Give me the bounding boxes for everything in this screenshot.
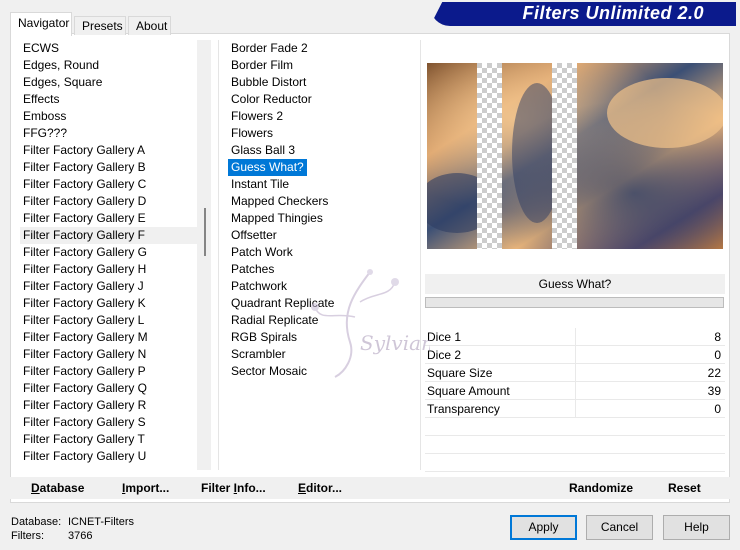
filter-info-button[interactable]: Filter Info... xyxy=(201,481,266,495)
filter-item[interactable]: Patch Work xyxy=(228,244,418,261)
slider-divider xyxy=(575,382,576,400)
category-item[interactable]: Filter Factory Gallery M xyxy=(20,329,200,346)
category-item[interactable]: Filter Factory Gallery N xyxy=(20,346,200,363)
param-name: Transparency xyxy=(427,402,500,416)
watermark: Sylviane xyxy=(300,262,446,382)
filter-item[interactable]: Offsetter xyxy=(228,227,418,244)
slider-divider xyxy=(575,364,576,382)
preview-image[interactable] xyxy=(427,63,723,249)
param-value: 0 xyxy=(714,348,721,362)
randomize-button[interactable]: Randomize xyxy=(569,481,633,495)
filters-status: Filters: 3766 xyxy=(11,530,92,542)
database-value: ICNET-Filters xyxy=(68,516,134,528)
category-item[interactable]: Filter Factory Gallery R xyxy=(20,397,200,414)
param-value: 22 xyxy=(707,366,721,380)
empty-param-row xyxy=(425,454,725,472)
filter-item[interactable]: Mapped Checkers xyxy=(228,193,418,210)
category-list[interactable]: ECWS Edges, Round Edges, Square Effects Embo… xyxy=(20,40,200,470)
filters-label: Filters: xyxy=(11,530,44,542)
category-item[interactable]: Filter Factory Gallery Q xyxy=(20,380,200,397)
category-scrollbar-thumb[interactable] xyxy=(204,208,206,256)
empty-param-row xyxy=(425,436,725,454)
database-button[interactable]: Database xyxy=(31,481,84,495)
category-item[interactable]: Edges, Square xyxy=(20,74,200,91)
parameter-list: Dice 1 8 Dice 2 0 Square Size 22 Square … xyxy=(425,328,725,472)
filter-item[interactable]: Mapped Thingies xyxy=(228,210,418,227)
watermark-signature: Sylviane xyxy=(360,331,430,355)
filter-item[interactable]: Color Reductor xyxy=(228,91,418,108)
filter-item[interactable]: Instant Tile xyxy=(228,176,418,193)
param-row[interactable]: Square Amount 39 xyxy=(425,382,725,400)
apply-button[interactable]: Apply xyxy=(510,515,577,540)
tab-about[interactable]: About xyxy=(128,16,171,35)
slider-divider xyxy=(575,400,576,418)
param-row[interactable]: Dice 2 0 xyxy=(425,346,725,364)
editor-button[interactable]: Editor... xyxy=(298,481,342,495)
filter-item[interactable]: Flowers 2 xyxy=(228,108,418,125)
category-item[interactable]: Filter Factory Gallery F xyxy=(20,227,200,244)
param-row[interactable]: Dice 1 8 xyxy=(425,328,725,346)
reset-button[interactable]: Reset xyxy=(668,481,701,495)
category-item[interactable]: Effects xyxy=(20,91,200,108)
param-value: 39 xyxy=(707,384,721,398)
filter-item[interactable]: Flowers xyxy=(228,125,418,142)
filters-count: 3766 xyxy=(68,530,93,542)
category-item[interactable]: Filter Factory Gallery S xyxy=(20,414,200,431)
category-item[interactable]: Filter Factory Gallery P xyxy=(20,363,200,380)
help-button[interactable]: Help xyxy=(663,515,730,540)
category-item[interactable]: Filter Factory Gallery J xyxy=(20,278,200,295)
param-row[interactable]: Square Size 22 xyxy=(425,364,725,382)
tab-navigator[interactable]: Navigator xyxy=(10,12,72,36)
database-label: Database: xyxy=(11,516,62,528)
list-divider xyxy=(420,40,421,470)
category-item[interactable]: Filter Factory Gallery C xyxy=(20,176,200,193)
import-button[interactable]: Import... xyxy=(122,481,169,495)
database-status: Database: ICNET-Filters xyxy=(11,516,134,528)
category-item[interactable]: Filter Factory Gallery K xyxy=(20,295,200,312)
param-value: 8 xyxy=(714,330,721,344)
title-banner: Filters Unlimited 2.0 xyxy=(430,2,736,26)
category-item[interactable]: Filter Factory Gallery L xyxy=(20,312,200,329)
filter-item[interactable]: Border Film xyxy=(228,57,418,74)
filter-item[interactable]: Glass Ball 3 xyxy=(228,142,418,159)
slider-divider xyxy=(575,328,576,346)
filter-item[interactable]: Border Fade 2 xyxy=(228,40,418,57)
category-item[interactable]: Emboss xyxy=(20,108,200,125)
filter-item[interactable]: Guess What? xyxy=(228,159,307,176)
param-value: 0 xyxy=(714,402,721,416)
category-item[interactable]: Filter Factory Gallery B xyxy=(20,159,200,176)
param-row[interactable]: Transparency 0 xyxy=(425,400,725,418)
category-item[interactable]: Filter Factory Gallery D xyxy=(20,193,200,210)
progress-bar xyxy=(425,297,724,308)
param-name: Square Size xyxy=(427,366,493,380)
category-item[interactable]: ECWS xyxy=(20,40,200,57)
param-name: Dice 2 xyxy=(427,348,462,362)
category-item[interactable]: Filter Factory Gallery T xyxy=(20,431,200,448)
empty-param-row xyxy=(425,418,725,436)
list-divider xyxy=(218,40,219,470)
app-title: Filters Unlimited 2.0 xyxy=(522,3,704,23)
tab-presets[interactable]: Presets xyxy=(74,16,126,35)
category-item[interactable]: Filter Factory Gallery A xyxy=(20,142,200,159)
slider-divider xyxy=(575,346,576,364)
category-item[interactable]: Filter Factory Gallery E xyxy=(20,210,200,227)
category-item[interactable]: Filter Factory Gallery G xyxy=(20,244,200,261)
category-item[interactable]: Filter Factory Gallery U xyxy=(20,448,200,465)
param-name: Dice 1 xyxy=(427,330,462,344)
filter-item[interactable]: Bubble Distort xyxy=(228,74,418,91)
preview-panel xyxy=(425,37,725,274)
category-item[interactable]: Filter Factory Gallery H xyxy=(20,261,200,278)
category-item[interactable]: Edges, Round xyxy=(20,57,200,74)
filter-list[interactable]: Border Fade 2 Border Film Bubble Distort Co… xyxy=(228,40,418,470)
category-item[interactable]: FFG??? xyxy=(20,125,200,142)
param-name: Square Amount xyxy=(427,384,510,398)
cancel-button[interactable]: Cancel xyxy=(586,515,653,540)
current-filter-name: Guess What? xyxy=(425,274,725,294)
